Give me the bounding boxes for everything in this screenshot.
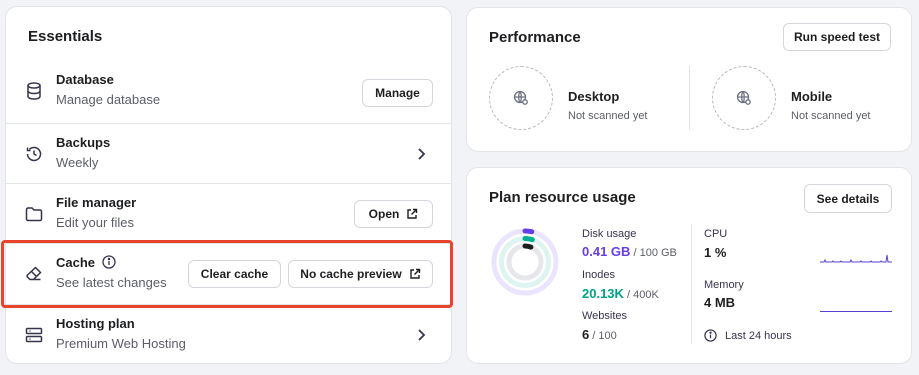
memory-sparkline (820, 311, 892, 312)
period-note: Last 24 hours (704, 329, 792, 342)
see-details-label: See details (816, 191, 880, 206)
globe-settings-icon (513, 90, 528, 105)
memory-value: 4 MB (704, 295, 736, 310)
open-label: Open (368, 207, 400, 221)
file-manager-row[interactable]: File manager Edit your files Open (6, 183, 451, 243)
history-icon (24, 144, 44, 164)
websites-value: 6 / 100 (582, 327, 617, 342)
hosting-plan-subtitle: Premium Web Hosting (56, 336, 186, 351)
essentials-card: Essentials Database Manage database Mana… (5, 6, 452, 364)
clear-cache-button[interactable]: Clear cache (188, 260, 281, 288)
plan-title: Plan resource usage (489, 189, 636, 206)
globe-settings-icon (736, 90, 751, 105)
mobile-label: Mobile (791, 89, 833, 104)
websites-total: / 100 (589, 330, 617, 342)
backups-subtitle: Weekly (56, 155, 99, 170)
mobile-status: Not scanned yet (791, 110, 871, 122)
database-title: Database (56, 72, 114, 87)
cpu-value: 1 % (704, 245, 727, 260)
inodes-usage-arc (522, 236, 535, 243)
run-speed-test-button[interactable]: Run speed test (783, 23, 891, 51)
see-details-button[interactable]: See details (804, 184, 892, 213)
desktop-score-ring (489, 66, 553, 130)
memory-label: Memory (704, 279, 744, 291)
chevron-right-icon[interactable] (413, 327, 429, 343)
desktop-label: Desktop (568, 89, 620, 104)
mobile-score: Mobile Not scanned yet (712, 66, 902, 132)
desktop-score: Desktop Not scanned yet (489, 66, 679, 132)
info-icon (704, 329, 717, 342)
disk-usage-label: Disk usage (582, 228, 637, 240)
run-speed-test-label: Run speed test (793, 30, 880, 44)
cache-title-label: Cache (56, 255, 96, 270)
file-manager-subtitle: Edit your files (56, 215, 135, 230)
database-row[interactable]: Database Manage database Manage (6, 61, 451, 121)
eraser-icon (24, 264, 44, 284)
usage-rings-chart (491, 228, 559, 296)
info-icon[interactable] (102, 255, 116, 269)
inodes-amount: 20.13K (582, 286, 624, 301)
backups-row[interactable]: Backups Weekly (6, 123, 451, 183)
server-icon (24, 325, 44, 345)
desktop-status: Not scanned yet (568, 110, 648, 122)
hosting-plan-title: Hosting plan (56, 316, 135, 331)
no-cache-preview-label: No cache preview (300, 267, 402, 281)
cpu-sparkline (820, 254, 892, 263)
cache-title: Cache (56, 255, 116, 270)
performance-title: Performance (489, 29, 581, 46)
cpu-label: CPU (704, 228, 728, 240)
external-link-icon (409, 268, 420, 279)
hosting-plan-row[interactable]: Hosting plan Premium Web Hosting (6, 304, 451, 364)
disk-usage-value: 0.41 GB / 100 GB (582, 244, 677, 259)
folder-icon (24, 204, 44, 224)
chevron-right-icon[interactable] (413, 146, 429, 162)
clear-cache-label: Clear cache (200, 267, 269, 281)
database-subtitle: Manage database (56, 92, 161, 107)
performance-card: Performance Run speed test Desktop Not s… (466, 7, 912, 152)
backups-title: Backups (56, 135, 111, 150)
disk-usage-arc (522, 228, 535, 235)
cache-subtitle: See latest changes (56, 275, 167, 290)
manage-label: Manage (375, 86, 420, 100)
inodes-label: Inodes (582, 269, 616, 281)
websites-label: Websites (582, 310, 628, 322)
cache-row: Cache See latest changes Clear cache No … (6, 243, 451, 303)
database-icon (24, 81, 44, 101)
essentials-title: Essentials (28, 28, 103, 45)
open-file-manager-button[interactable]: Open (354, 200, 433, 228)
period-label: Last 24 hours (725, 329, 792, 342)
plan-divider (691, 224, 692, 344)
external-link-icon (407, 208, 418, 219)
performance-divider (689, 66, 690, 130)
inodes-value: 20.13K / 400K (582, 286, 659, 301)
inodes-total: / 400K (623, 289, 659, 301)
file-manager-title: File manager (56, 195, 137, 210)
disk-usage-amount: 0.41 GB (582, 244, 631, 259)
disk-usage-total: / 100 GB (630, 247, 677, 259)
no-cache-preview-button[interactable]: No cache preview (288, 260, 433, 288)
websites-usage-arc (522, 243, 534, 250)
mobile-score-ring (712, 66, 776, 130)
plan-resource-usage-card: Plan resource usage See details Disk usa… (466, 167, 912, 364)
manage-database-button[interactable]: Manage (362, 79, 433, 107)
